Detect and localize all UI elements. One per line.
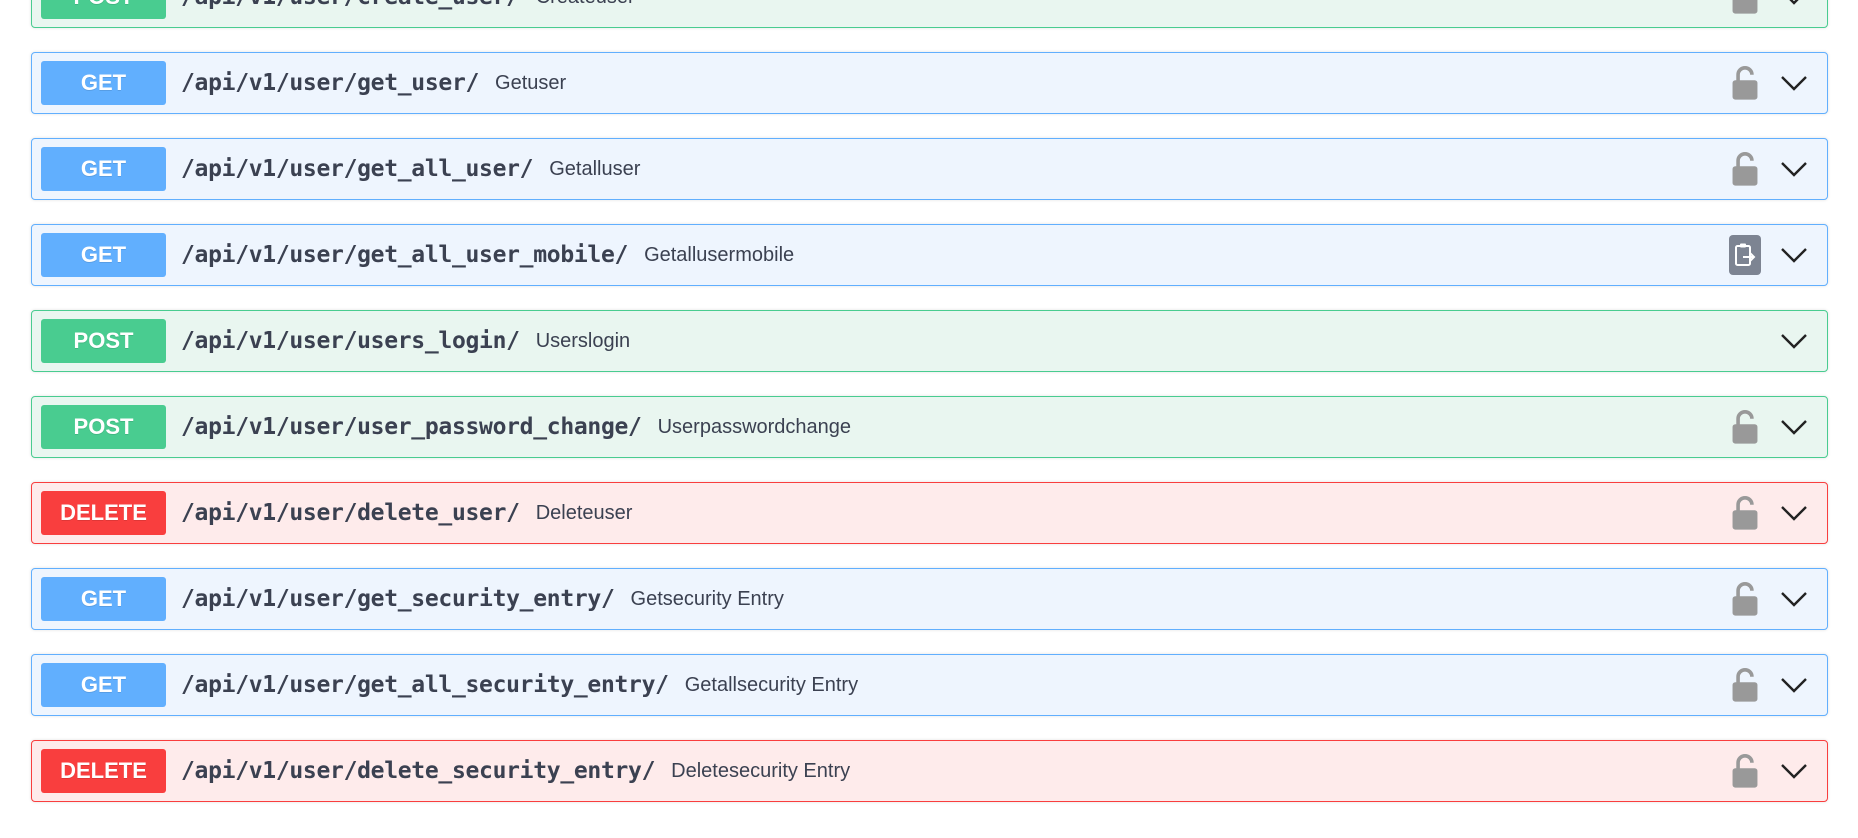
operation-controls	[1731, 0, 1809, 27]
operation-summary: Userslogin	[535, 329, 631, 352]
method-badge: POST	[41, 319, 166, 363]
method-badge: GET	[41, 147, 166, 191]
operation-path[interactable]: /api/v1/user/delete_user/	[181, 500, 520, 526]
chevron-down-icon[interactable]	[1779, 0, 1809, 7]
operation-get-all-user[interactable]: GET /api/v1/user/get_all_user/ Getalluse…	[31, 138, 1828, 200]
operation-users-login[interactable]: POST /api/v1/user/users_login/ Userslogi…	[31, 310, 1828, 372]
operation-path[interactable]: /api/v1/user/get_security_entry/	[181, 586, 615, 612]
method-badge: DELETE	[41, 749, 166, 793]
operation-delete-user[interactable]: DELETE /api/v1/user/delete_user/ Deleteu…	[31, 482, 1828, 544]
operation-path[interactable]: /api/v1/user/get_user/	[181, 70, 479, 96]
method-badge: GET	[41, 663, 166, 707]
operation-path[interactable]: /api/v1/user/create_user/	[181, 0, 520, 10]
chevron-down-icon[interactable]	[1779, 159, 1809, 179]
operation-controls	[1731, 483, 1809, 543]
operation-controls	[1731, 569, 1809, 629]
operation-controls	[1731, 397, 1809, 457]
clipboard-icon	[1735, 243, 1756, 266]
operation-summary: Getallsecurity Entry	[684, 673, 859, 696]
operation-controls	[1729, 225, 1809, 285]
operation-path[interactable]: /api/v1/user/users_login/	[181, 328, 520, 354]
chevron-down-icon[interactable]	[1779, 761, 1809, 781]
operation-delete-security-entry[interactable]: DELETE /api/v1/user/delete_security_entr…	[31, 740, 1828, 802]
method-badge: GET	[41, 61, 166, 105]
operation-summary: Getallusermobile	[644, 243, 795, 266]
operation-get-all-user-mobile[interactable]: GET /api/v1/user/get_all_user_mobile/ Ge…	[31, 224, 1828, 286]
method-badge: GET	[41, 577, 166, 621]
lock-icon[interactable]	[1731, 65, 1759, 101]
operation-get-security-entry[interactable]: GET /api/v1/user/get_security_entry/ Get…	[31, 568, 1828, 630]
operation-summary: Getsecurity Entry	[630, 587, 784, 610]
chevron-down-icon[interactable]	[1779, 245, 1809, 265]
operation-create-user[interactable]: POST /api/v1/user/create_user/ Createuse…	[31, 0, 1828, 28]
lock-icon[interactable]	[1731, 753, 1759, 789]
operation-summary: Getalluser	[549, 157, 641, 180]
method-badge: POST	[41, 405, 166, 449]
operation-get-all-security-entry[interactable]: GET /api/v1/user/get_all_security_entry/…	[31, 654, 1828, 716]
operation-controls	[1731, 741, 1809, 801]
operation-controls	[1779, 311, 1809, 371]
operation-path[interactable]: /api/v1/user/delete_security_entry/	[181, 758, 655, 784]
operation-summary: Getuser	[495, 71, 567, 94]
operation-controls	[1731, 139, 1809, 199]
lock-icon[interactable]	[1731, 0, 1759, 15]
operation-user-password-change[interactable]: POST /api/v1/user/user_password_change/ …	[31, 396, 1828, 458]
operation-controls	[1731, 53, 1809, 113]
operation-path[interactable]: /api/v1/user/get_all_security_entry/	[181, 672, 669, 698]
operation-path[interactable]: /api/v1/user/get_all_user_mobile/	[181, 242, 628, 268]
copy-to-clipboard-icon[interactable]	[1729, 235, 1761, 275]
lock-icon[interactable]	[1731, 409, 1759, 445]
chevron-down-icon[interactable]	[1779, 331, 1809, 351]
operation-summary: Userpasswordchange	[657, 415, 852, 438]
method-badge: POST	[41, 0, 166, 19]
operations-list: POST /api/v1/user/create_user/ Createuse…	[31, 0, 1828, 826]
operation-summary: Deleteuser	[535, 501, 633, 524]
lock-icon[interactable]	[1731, 495, 1759, 531]
lock-icon[interactable]	[1731, 581, 1759, 617]
method-badge: GET	[41, 233, 166, 277]
operation-get-user[interactable]: GET /api/v1/user/get_user/ Getuser	[31, 52, 1828, 114]
operation-path[interactable]: /api/v1/user/get_all_user/	[181, 156, 534, 182]
operation-summary: Deletesecurity Entry	[671, 759, 851, 782]
chevron-down-icon[interactable]	[1779, 503, 1809, 523]
operation-summary: Createuser	[536, 0, 635, 9]
lock-icon[interactable]	[1731, 667, 1759, 703]
method-badge: DELETE	[41, 491, 166, 535]
chevron-down-icon[interactable]	[1779, 73, 1809, 93]
operation-path[interactable]: /api/v1/user/user_password_change/	[181, 414, 642, 440]
chevron-down-icon[interactable]	[1779, 675, 1809, 695]
chevron-down-icon[interactable]	[1779, 589, 1809, 609]
lock-icon[interactable]	[1731, 151, 1759, 187]
chevron-down-icon[interactable]	[1779, 417, 1809, 437]
operation-controls	[1731, 655, 1809, 715]
